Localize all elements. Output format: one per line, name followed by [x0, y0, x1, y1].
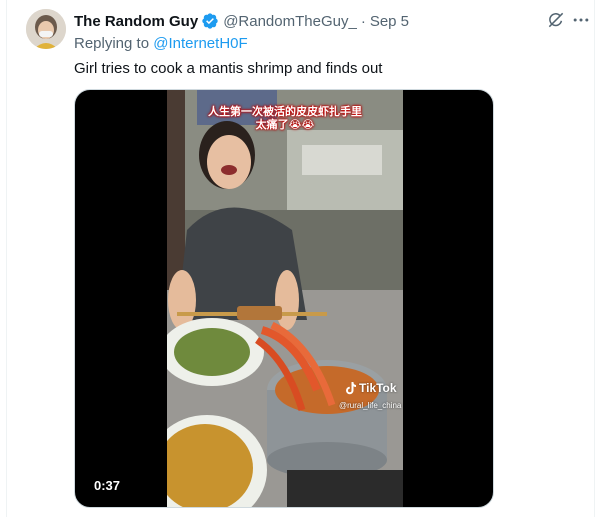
- handle[interactable]: @RandomTheGuy_: [223, 13, 357, 30]
- video-thumbnail: [167, 90, 403, 507]
- tweet-text: Girl tries to cook a mantis shrimp and f…: [74, 60, 383, 77]
- replying-prefix: Replying to: [74, 35, 154, 52]
- verified-badge-icon[interactable]: [201, 12, 219, 30]
- video-caption: 人生第一次被活的皮皮虾扎手里 太痛了😭😭: [208, 106, 362, 132]
- grok-icon[interactable]: [546, 10, 566, 30]
- replying-to-link[interactable]: @InternetH0F: [153, 35, 247, 52]
- avatar[interactable]: [26, 9, 66, 49]
- tiktok-label: TikTok: [359, 381, 397, 395]
- avatar-image: [26, 9, 66, 49]
- timestamp[interactable]: Sep 5: [370, 13, 409, 30]
- timeline-border-right: [594, 0, 595, 517]
- display-name[interactable]: The Random Guy: [74, 13, 198, 30]
- timeline-border-left: [6, 0, 7, 517]
- more-icon[interactable]: [571, 10, 591, 30]
- video-duration: 0:37: [89, 476, 126, 496]
- tiktok-username: @rural_life_china: [339, 401, 402, 410]
- separator: ·: [360, 12, 366, 30]
- video-frame[interactable]: 人生第一次被活的皮皮虾扎手里 太痛了😭😭 TikTok @rural_life_…: [167, 90, 403, 507]
- replying-to: Replying to @InternetH0F: [74, 35, 248, 52]
- video-caption-line2: 太痛了😭😭: [255, 119, 315, 131]
- tweet-header: The Random Guy @RandomTheGuy_ · Sep 5: [74, 11, 409, 31]
- tiktok-icon: [346, 381, 356, 394]
- video-player[interactable]: 人生第一次被活的皮皮虾扎手里 太痛了😭😭 TikTok @rural_life_…: [74, 89, 494, 508]
- video-caption-line1: 人生第一次被活的皮皮虾扎手里: [208, 106, 362, 118]
- tweet: The Random Guy @RandomTheGuy_ · Sep 5 Re…: [0, 0, 599, 517]
- tiktok-watermark: TikTok: [345, 381, 397, 395]
